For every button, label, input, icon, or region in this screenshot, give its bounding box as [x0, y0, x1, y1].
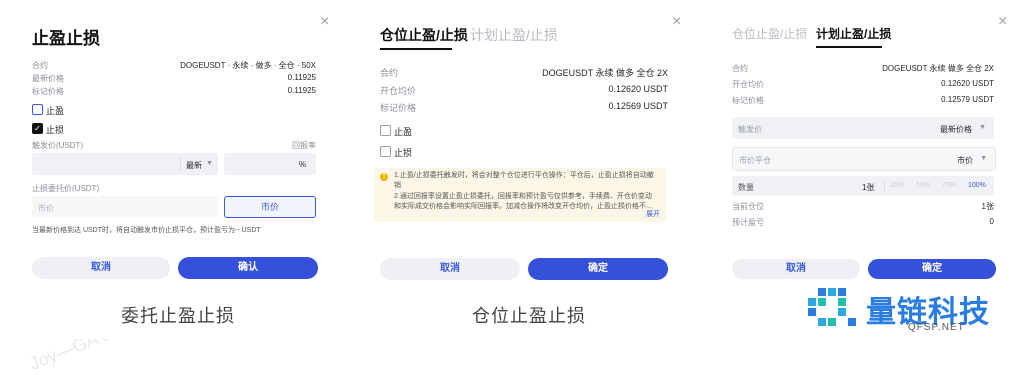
- quantity-input[interactable]: 数量 1张 25% 50% 75% 100%: [732, 176, 994, 196]
- entry-price-label: 开仓均价: [732, 80, 764, 89]
- expected-pnl-value: 0: [989, 217, 994, 226]
- dialog-title: 止盈止损: [32, 29, 100, 48]
- trigger-price-placeholder: 触发价: [738, 125, 762, 134]
- trigger-type-select[interactable]: 最新价格: [940, 124, 972, 135]
- percent-75[interactable]: 75%: [942, 182, 956, 189]
- cancel-button[interactable]: 取消: [380, 258, 520, 280]
- take-profit-checkbox[interactable]: [32, 104, 43, 115]
- confirm-button[interactable]: 确定: [528, 258, 668, 280]
- active-tab-underline: [380, 48, 452, 50]
- stop-loss-label: 止损: [46, 125, 65, 135]
- stop-loss-checkbox[interactable]: ✓: [32, 123, 43, 134]
- last-price-label: 最新价格: [32, 74, 64, 83]
- trigger-price-input[interactable]: 最新 ▼: [32, 153, 218, 175]
- close-icon[interactable]: ×: [998, 14, 1007, 30]
- divider: [180, 157, 181, 171]
- contract-label: 合约: [32, 61, 48, 70]
- mark-price-value: 0.12579 USDT: [941, 95, 994, 104]
- contract-value: DOGEUSDT 永续 做多 全仓 2X: [542, 68, 668, 78]
- contract-value: DOGEUSDT 永续 做多 全仓 2X: [882, 64, 994, 73]
- tab-position-tpsl[interactable]: 仓位止盈/止损: [732, 25, 807, 42]
- close-icon[interactable]: ×: [672, 14, 681, 30]
- divider: [884, 180, 885, 192]
- contract-value: DOGEUSDT · 永续 · 做多 · 全仓 · 50X: [180, 61, 316, 70]
- mark-price-label: 标记价格: [380, 103, 417, 113]
- quantity-value: 1张: [862, 183, 875, 192]
- brand-mark-icon: [808, 288, 856, 326]
- brand-domain: QFSP.NET: [908, 322, 965, 333]
- notice-line: 和实际成交价格会影响实际回报率。加减仓操作将改变开仓均价，止盈止损价格不...: [394, 203, 652, 210]
- active-tab-underline: [816, 46, 882, 48]
- order-price-input[interactable]: 市价: [32, 196, 218, 218]
- mark-price-value: 0.11925: [287, 86, 316, 95]
- percent-symbol: %: [298, 160, 306, 169]
- return-rate-input[interactable]: %: [224, 153, 316, 175]
- order-price-placeholder: 市价: [38, 204, 54, 213]
- order-price-label: 止损委托价(USDT): [32, 184, 100, 193]
- order-price-placeholder: 市价平仓: [739, 156, 771, 165]
- stop-loss-checkbox[interactable]: [380, 146, 391, 157]
- expand-link[interactable]: 展开: [646, 209, 660, 219]
- caret-down-icon: ▼: [979, 124, 986, 131]
- tpsl-order-dialog: × 止盈止损 合约 DOGEUSDT · 永续 · 做多 · 全仓 · 50X …: [0, 0, 342, 339]
- contract-label: 合约: [732, 64, 748, 73]
- expected-pnl-label: 预计盈亏: [732, 218, 764, 227]
- cancel-button[interactable]: 取消: [32, 257, 170, 279]
- hint-text: 当最新价格到达 USDT时，将自动触发市价止损平仓，预计盈亏为-- USDT: [32, 227, 261, 234]
- percent-100[interactable]: 100%: [968, 182, 986, 189]
- percent-50[interactable]: 50%: [916, 182, 930, 189]
- take-profit-label: 止盈: [46, 106, 65, 116]
- return-rate-label: 回报率: [292, 141, 316, 150]
- entry-price-value: 0.12620 USDT: [608, 84, 668, 94]
- price-type-select[interactable]: 市价: [957, 155, 973, 166]
- entry-price-value: 0.12620 USDT: [941, 79, 994, 88]
- confirm-button[interactable]: 确认: [178, 257, 318, 279]
- mark-price-value: 0.12569 USDT: [608, 101, 668, 111]
- caret-down-icon: ▼: [206, 160, 213, 167]
- quantity-label: 数量: [738, 183, 754, 192]
- notice-line: 1.止盈/止损委托触发时，将会对整个仓位进行平仓操作：平仓后，止盈止损将自动撤: [394, 172, 654, 179]
- trigger-type-select[interactable]: 最新: [186, 160, 202, 171]
- trigger-price-label: 触发价(USDT): [32, 141, 84, 150]
- percent-25[interactable]: 25%: [890, 182, 904, 189]
- last-price-value: 0.11925: [287, 73, 316, 82]
- tab-position-tpsl[interactable]: 仓位止盈/止损: [380, 25, 468, 45]
- current-position-value: 1张: [981, 202, 994, 211]
- current-position-label: 当前仓位: [732, 202, 764, 211]
- confirm-button[interactable]: 确定: [868, 259, 996, 279]
- entry-price-label: 开仓均价: [380, 86, 417, 96]
- trigger-price-input[interactable]: 触发价 最新价格 ▼: [732, 117, 994, 139]
- cancel-button[interactable]: 取消: [732, 259, 860, 279]
- caption-order-tpsl: 委托止盈止损: [121, 306, 235, 326]
- risk-notice: ! 1.止盈/止损委托触发时，将会对整个仓位进行平仓操作：平仓后，止盈止损将自动…: [374, 168, 666, 222]
- warning-icon: !: [380, 173, 388, 181]
- order-price-input[interactable]: 市价平仓 市价 ▼: [732, 147, 996, 171]
- mark-price-label: 标记价格: [732, 96, 764, 105]
- caption-position-tpsl: 仓位止盈止损: [472, 306, 586, 326]
- tab-plan-tpsl[interactable]: 计划止盈/止损: [816, 25, 891, 42]
- market-price-button[interactable]: 市价: [224, 196, 316, 218]
- notice-line: 销: [394, 182, 401, 189]
- take-profit-label: 止盈: [394, 127, 413, 137]
- caret-down-icon: ▼: [980, 155, 987, 162]
- stop-loss-label: 止损: [394, 148, 413, 158]
- tab-plan-tpsl[interactable]: 计划止盈/止损: [470, 25, 558, 45]
- contract-label: 合约: [380, 68, 399, 78]
- notice-line: 2.通过回报率设置止盈止损委托，回报率和预计盈亏仅供参考，手续费、开仓价变动: [394, 193, 652, 200]
- mark-price-label: 标记价格: [32, 87, 64, 96]
- take-profit-checkbox[interactable]: [380, 125, 391, 136]
- close-icon[interactable]: ×: [320, 14, 329, 30]
